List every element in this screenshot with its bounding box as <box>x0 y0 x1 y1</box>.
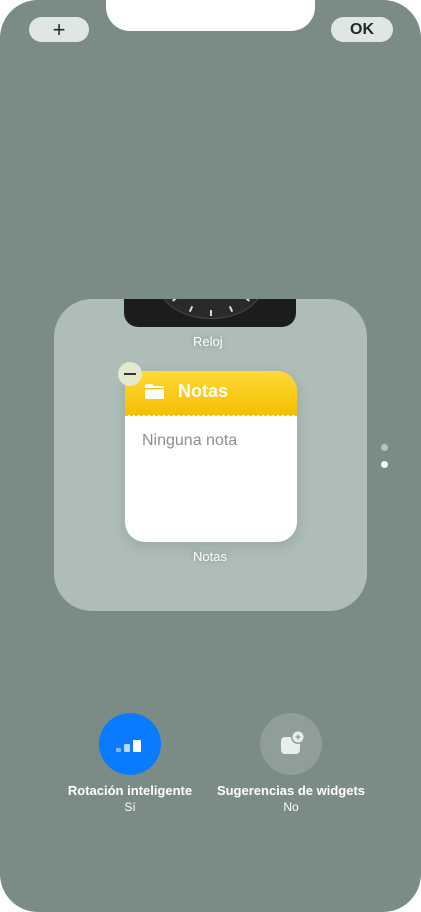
widget-suggestion-icon <box>281 730 305 754</box>
notes-widget[interactable]: Notas Ninguna nota <box>125 371 297 542</box>
clock-tick <box>210 310 212 316</box>
smart-rotate-title: Rotación inteligente <box>67 783 193 798</box>
smart-rotate-icon <box>116 740 141 752</box>
clock-tick <box>188 305 194 313</box>
clock-widget[interactable] <box>124 299 296 327</box>
widget-suggestions-value: No <box>283 800 299 814</box>
remove-widget-button[interactable] <box>118 362 142 386</box>
notes-divider <box>125 415 297 416</box>
notes-widget-label: Notas <box>193 549 227 564</box>
clock-face <box>159 299 263 319</box>
page-dot-active[interactable] <box>381 461 388 468</box>
minus-icon <box>124 373 136 375</box>
clock-tick <box>228 305 234 313</box>
smart-rotate-toggle[interactable] <box>99 713 161 775</box>
widget-suggestions-toggle[interactable] <box>260 713 322 775</box>
notes-empty-text: Ninguna nota <box>142 432 238 449</box>
clock-tick <box>172 299 178 302</box>
notes-title: Notas <box>178 381 229 401</box>
folder-icon <box>145 384 164 399</box>
add-widget-button[interactable]: + <box>29 17 89 42</box>
clock-tick <box>244 299 250 302</box>
widget-suggestions-title: Sugerencias de widgets <box>216 783 366 798</box>
widget-stack-edit-screen: + OK Reloj Notas Ninguna nota Notas Rota… <box>0 0 421 912</box>
done-button[interactable]: OK <box>331 17 393 42</box>
notes-header: Notas <box>125 371 297 415</box>
page-dot[interactable] <box>381 444 388 451</box>
device-notch <box>106 0 315 31</box>
clock-widget-label: Reloj <box>193 334 223 349</box>
smart-rotate-value: Sí <box>124 800 136 814</box>
